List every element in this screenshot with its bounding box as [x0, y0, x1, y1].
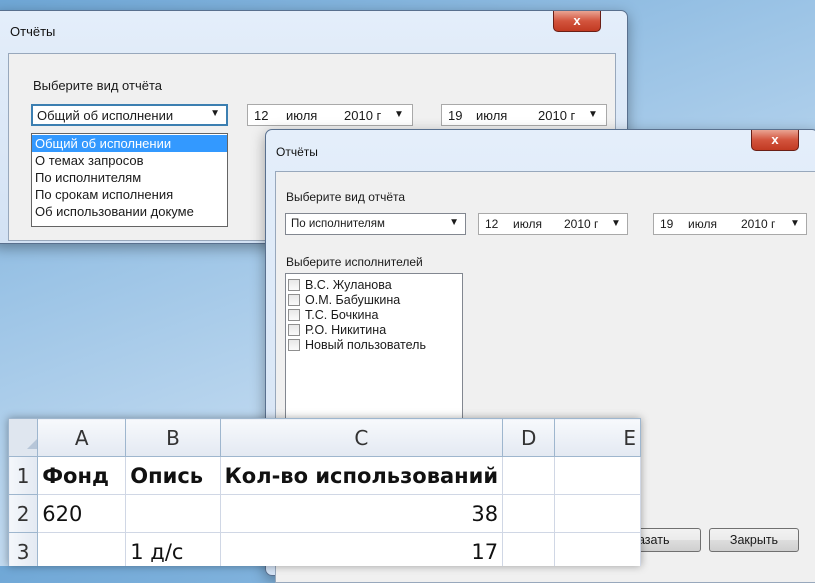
show-report-button-label: азать: [638, 533, 670, 547]
cell[interactable]: Опись: [125, 456, 221, 495]
cell[interactable]: 620: [37, 494, 127, 533]
executor-name: Р.О. Никитина: [305, 322, 387, 337]
report-type-option[interactable]: По исполнителям: [32, 169, 227, 186]
column-header[interactable]: C: [219, 418, 504, 457]
date-to-day: 19: [660, 217, 674, 231]
date-to-month: июля: [476, 108, 508, 123]
cell[interactable]: 1 д/с: [125, 532, 221, 566]
date-from-month: июля: [513, 217, 542, 231]
column-header[interactable]: B: [125, 418, 221, 457]
chevron-down-icon[interactable]: ▼: [611, 218, 621, 229]
date-to-year: 2010 г: [538, 108, 576, 123]
chevron-down-icon: ▼: [449, 217, 459, 228]
cell[interactable]: [554, 456, 641, 495]
report-type-option[interactable]: О темах запросов: [32, 152, 227, 169]
cell[interactable]: [37, 532, 127, 566]
executor-name: В.С. Жуланова: [305, 277, 392, 292]
report-type-dropdown-list[interactable]: Общий об исполнении О темах запросов По …: [31, 133, 228, 227]
cell[interactable]: 38: [219, 494, 504, 533]
title-bar[interactable]: Отчёты: [0, 11, 627, 41]
executors-checklist[interactable]: В.С. Жуланова О.М. Бабушкина Т.С. Бочкин…: [285, 273, 463, 433]
executor-item[interactable]: Новый пользователь: [286, 337, 462, 352]
title-bar[interactable]: Отчёты: [266, 130, 815, 160]
close-button[interactable]: Закрыть: [709, 528, 799, 552]
report-type-option[interactable]: Общий об исполнении: [32, 135, 227, 152]
date-to-picker[interactable]: 19 июля 2010 г ▼: [441, 104, 607, 126]
date-from-picker[interactable]: 12 июля 2010 г ▼: [247, 104, 413, 126]
date-from-day: 12: [485, 217, 499, 231]
cell[interactable]: [502, 494, 556, 533]
close-window-button[interactable]: x: [751, 130, 799, 151]
report-type-option[interactable]: Об использовании докуме: [32, 203, 227, 220]
chevron-down-icon: ▼: [210, 108, 220, 119]
executor-item[interactable]: В.С. Жуланова: [286, 277, 462, 292]
executor-item[interactable]: О.М. Бабушкина: [286, 292, 462, 307]
close-icon: x: [771, 132, 779, 147]
report-type-selected: По исполнителям: [291, 218, 385, 230]
date-to-picker[interactable]: 19 июля 2010 г ▼: [653, 213, 807, 235]
close-window-button[interactable]: x: [553, 11, 601, 32]
window-title: Отчёты: [10, 24, 56, 39]
column-header[interactable]: E: [554, 418, 641, 457]
chevron-down-icon[interactable]: ▼: [394, 109, 404, 120]
window-title: Отчёты: [276, 145, 318, 159]
cell[interactable]: Кол-во использований: [219, 456, 504, 495]
row-header[interactable]: 1: [8, 456, 39, 495]
cell[interactable]: [502, 456, 556, 495]
cell[interactable]: [554, 532, 641, 566]
executors-label: Выберите исполнителей: [286, 255, 423, 269]
spreadsheet-fragment: A B C D E 1 Фонд Опись Кол-во использова…: [8, 418, 641, 566]
column-header[interactable]: A: [37, 418, 127, 457]
date-to-day: 19: [448, 108, 463, 123]
date-to-year: 2010 г: [741, 217, 776, 231]
checkbox-icon[interactable]: [288, 293, 300, 306]
column-header[interactable]: D: [502, 418, 556, 457]
select-all-corner[interactable]: [8, 418, 39, 457]
checkbox-icon[interactable]: [288, 278, 300, 291]
checkbox-icon[interactable]: [288, 323, 300, 336]
row-header[interactable]: 2: [8, 494, 39, 533]
cell[interactable]: 17: [219, 532, 504, 566]
executor-item[interactable]: Т.С. Бочкина: [286, 307, 462, 322]
cell[interactable]: [502, 532, 556, 566]
executor-name: Т.С. Бочкина: [305, 307, 379, 322]
date-from-year: 2010 г: [344, 108, 382, 123]
report-type-option[interactable]: По срокам исполнения: [32, 186, 227, 203]
date-from-day: 12: [254, 108, 269, 123]
close-button-label: Закрыть: [729, 533, 779, 547]
executor-item[interactable]: Р.О. Никитина: [286, 322, 462, 337]
spreadsheet-grid: A B C D E 1 Фонд Опись Кол-во использова…: [8, 418, 641, 566]
report-type-select[interactable]: По исполнителям ▼: [285, 213, 466, 235]
date-from-month: июля: [286, 108, 318, 123]
checkbox-icon[interactable]: [288, 308, 300, 321]
report-type-select[interactable]: Общий об исполнении ▼: [31, 104, 228, 126]
date-to-month: июля: [688, 217, 717, 231]
cell[interactable]: Фонд: [37, 456, 127, 495]
executor-name: Новый пользователь: [305, 337, 426, 352]
executor-name: О.М. Бабушкина: [305, 292, 401, 307]
cell[interactable]: [554, 494, 641, 533]
cell[interactable]: [125, 494, 221, 533]
chevron-down-icon[interactable]: ▼: [790, 218, 800, 229]
checkbox-icon[interactable]: [288, 338, 300, 351]
report-type-label: Выберите вид отчёта: [286, 190, 406, 204]
row-header[interactable]: 3: [8, 532, 39, 566]
date-from-picker[interactable]: 12 июля 2010 г ▼: [478, 213, 628, 235]
date-from-year: 2010 г: [564, 217, 599, 231]
close-icon: x: [573, 13, 581, 28]
chevron-down-icon[interactable]: ▼: [588, 109, 598, 120]
report-type-selected: Общий об исполнении: [37, 108, 174, 123]
select-all-icon: [27, 439, 37, 449]
report-type-label: Выберите вид отчёта: [33, 78, 162, 93]
